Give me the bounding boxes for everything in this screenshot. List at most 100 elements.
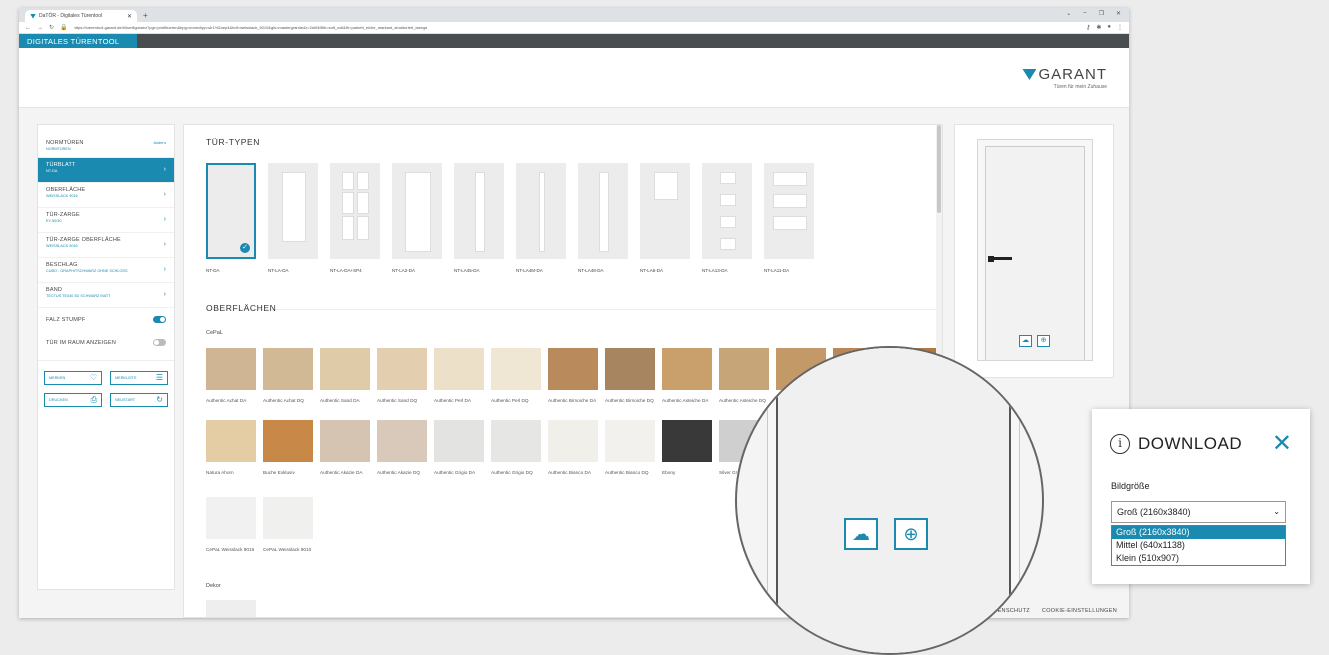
url-field[interactable]: https://tuerentool-garant.de/#/konfigura…	[74, 25, 1080, 30]
sidebar-item-tür-zarge-oberfläche[interactable]: TÜR-ZARGE OBERFLÄCHE WEISSLACK 9016 ›	[38, 233, 174, 258]
surface-swatch[interactable]: Authentic Achat DA	[206, 348, 256, 418]
minimize-button[interactable]: –	[1083, 10, 1086, 17]
check-icon: ✓	[240, 243, 250, 253]
sidebar-item-value: TECTUS TE340 3D SCHWARZ MATT	[46, 294, 111, 298]
surface-swatch[interactable]: Authentic Sand DQ	[377, 348, 427, 418]
sidebar-item-title: BESCHLAG	[46, 262, 78, 268]
glass-pane	[475, 172, 485, 252]
surface-swatch[interactable]: Authentic Achat DQ	[263, 348, 313, 418]
sidebar-item-value: EY-50/30	[46, 219, 62, 223]
magnified-zoom-button[interactable]: ⊕	[894, 518, 928, 550]
dekor-swatch[interactable]	[206, 600, 256, 617]
change-category-link[interactable]: ändern	[154, 140, 166, 151]
download-image-button[interactable]: ☁	[1019, 335, 1032, 347]
lock-icon[interactable]: 🔒	[60, 24, 67, 31]
sidebar-item-beschlag[interactable]: BESCHLAG CUBO - GRAPHITSCHWARZ OHNE SCHLO…	[38, 258, 174, 283]
sidebar-item-türblatt[interactable]: TÜRBLATT NT-DA ›	[38, 158, 174, 183]
extensions-icon[interactable]: ✱	[1096, 24, 1101, 31]
door-type-label: NT-LA13-DA	[702, 268, 728, 273]
merken-button[interactable]: MERKEN ♡	[44, 371, 102, 385]
sidebar-item-oberfläche[interactable]: OBERFLÄCHE WEISSLACK 9016 ›	[38, 183, 174, 208]
swatch-image	[377, 348, 427, 390]
window-controls: ⌄ – ❐ ✕	[1066, 10, 1121, 17]
surface-swatch[interactable]: Natura Ahorn	[206, 420, 256, 490]
zoom-button[interactable]: ⊕	[1037, 335, 1050, 347]
toggle-switch[interactable]	[153, 339, 166, 346]
swatch-image	[263, 497, 313, 539]
category-title: NORMTÜREN	[46, 140, 84, 146]
chevron-down-icon: ⌄	[1273, 507, 1280, 516]
toggle-label: TÜR IM RAUM ANZEIGEN	[46, 339, 117, 346]
option-medium[interactable]: Mittel (640x1138)	[1112, 539, 1285, 552]
door-type-card[interactable]: NT-LA48-DA	[578, 163, 628, 273]
door-type-card[interactable]: ✓ NT-DA	[206, 163, 256, 273]
new-tab-button[interactable]: +	[143, 10, 148, 22]
profile-icon[interactable]: ●	[1107, 24, 1111, 31]
menu-icon[interactable]: ⋮	[1117, 24, 1123, 31]
surface-swatch[interactable]: Authentic Perl DA	[434, 348, 484, 418]
surface-swatch[interactable]: Authentic Bianco DA	[548, 420, 598, 490]
door-type-card[interactable]: NT-LA-DA+SP4	[330, 163, 380, 273]
door-type-card[interactable]: NT-LA13-DA	[702, 163, 752, 273]
surface-swatch[interactable]: Authentic Perl DQ	[491, 348, 541, 418]
swatch-label: Authentic Sand DQ	[377, 398, 418, 403]
neustart-button[interactable]: NEUSTART ↻	[110, 393, 168, 407]
drucken-button[interactable]: DRUCKEN ⎙	[44, 393, 102, 407]
close-icon[interactable]: ✕	[1272, 432, 1292, 456]
maximize-button[interactable]: ❐	[1099, 10, 1104, 17]
cookie-settings-link[interactable]: COOKIE-EINSTELLUNGEN	[1042, 608, 1117, 614]
surface-swatch[interactable]: Authentic Grigio DA	[434, 420, 484, 490]
close-window-button[interactable]: ✕	[1116, 10, 1121, 17]
door-type-label: NT-LA11-DA	[764, 268, 790, 273]
browser-tab[interactable]: DaTÖR - Digitales Türentool ✕	[25, 10, 137, 22]
merkliste-button[interactable]: MERKLISTE ☰	[110, 371, 168, 385]
surface-swatch[interactable]: CePaL Weisslack 9010	[263, 497, 313, 567]
toggle-label: FALZ STUMPF	[46, 316, 86, 323]
door-type-card[interactable]: NT-LA6-DA	[640, 163, 690, 273]
swatch-image	[320, 420, 370, 462]
surface-swatch[interactable]: CePaL Weisslack 9016	[206, 497, 256, 567]
surface-swatch[interactable]: Authentic Birnoiche DA	[548, 348, 598, 418]
door-types-heading: TÜR-TYPEN	[206, 137, 261, 147]
surface-swatch[interactable]: Authentic Grigio DQ	[491, 420, 541, 490]
swatch-image	[548, 348, 598, 390]
surface-swatch[interactable]: Authentic Akazie DA	[320, 420, 370, 490]
door-type-card[interactable]: NT-LA-DA	[268, 163, 318, 273]
key-icon[interactable]: ⚷	[1086, 24, 1090, 31]
surface-swatch[interactable]: Authentic Birnoiche DQ	[605, 348, 655, 418]
door-type-card[interactable]: NT-LA2-DA	[392, 163, 442, 273]
door-type-card[interactable]: NT-LA45-DA	[454, 163, 504, 273]
image-size-select[interactable]: Groß (2160x3840) ⌄	[1111, 501, 1286, 523]
forward-icon[interactable]: →	[37, 25, 43, 31]
door-type-card[interactable]: NT-LA11-DA	[764, 163, 814, 273]
surface-swatch[interactable]: Ebony	[662, 420, 712, 490]
garant-logo[interactable]: GARANT Türen für mein Zuhause	[1022, 66, 1107, 90]
surface-swatch[interactable]: Buche Exklusiv	[263, 420, 313, 490]
toggle-switch[interactable]	[153, 316, 166, 323]
surfaces-heading: OBERFLÄCHEN	[206, 303, 277, 313]
sidebar-item-tür-zarge[interactable]: TÜR-ZARGE EY-50/30 ›	[38, 208, 174, 233]
sidebar-item-band[interactable]: BAND TECTUS TE340 3D SCHWARZ MATT ›	[38, 283, 174, 308]
option-large[interactable]: Groß (2160x3840)	[1112, 526, 1285, 539]
surface-swatch[interactable]: Authentic Akazie DQ	[377, 420, 427, 490]
sidebar-item-value: WEISSLACK 9016	[46, 194, 78, 198]
tab-close-icon[interactable]: ✕	[127, 13, 132, 20]
info-icon: i	[1110, 434, 1130, 454]
app-bar: DIGITALES TÜRENTOOL	[19, 34, 1129, 48]
chevron-right-icon: ›	[163, 266, 166, 273]
scrollbar-thumb[interactable]	[937, 125, 941, 213]
divider	[206, 309, 940, 310]
tab-search-button[interactable]: ⌄	[1066, 10, 1071, 17]
chevron-right-icon: ›	[163, 216, 166, 223]
magnified-download-button[interactable]: ☁	[844, 518, 878, 550]
option-small[interactable]: Klein (510x907)	[1112, 552, 1285, 565]
surface-swatch[interactable]: Authentic Bianco DQ	[605, 420, 655, 490]
door-type-card[interactable]: NT-LA4M-DA	[516, 163, 566, 273]
surface-swatch[interactable]: Authentic Asteiche DA	[662, 348, 712, 418]
swatch-label: Authentic Akazie DA	[320, 470, 363, 475]
surface-swatch[interactable]: Authentic Sand DA	[320, 348, 370, 418]
back-icon[interactable]: ←	[25, 25, 31, 31]
door-preview: ☁ ⊕	[954, 124, 1114, 378]
logo-text: GARANT	[1038, 66, 1107, 83]
reload-icon[interactable]: ↻	[49, 24, 54, 31]
